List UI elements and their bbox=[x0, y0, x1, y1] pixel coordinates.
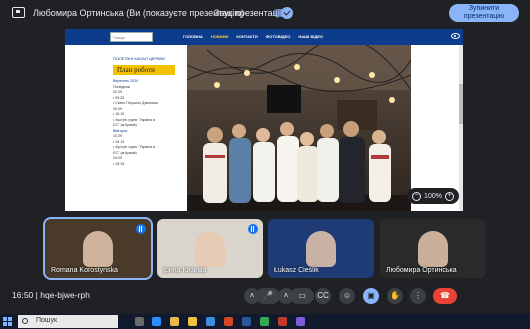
website-nav-item[interactable]: НАШІ ВІДЕО bbox=[298, 34, 323, 39]
zoom-control: − 100% + bbox=[407, 188, 459, 204]
participant-video bbox=[418, 231, 448, 267]
zoom-in-icon[interactable]: + bbox=[445, 191, 454, 201]
taskbar-purple-app-icon[interactable] bbox=[296, 317, 305, 326]
presenting-bar: Любомира Ортинська (Ви (показуєте презен… bbox=[0, 0, 530, 26]
taskbar-app-icon[interactable] bbox=[152, 317, 161, 326]
website-nav-items: ГОЛОВНА НОВИНИ КОНТАКТИ ФОТОВІДЕО НАШІ ВІДЕО bbox=[183, 34, 323, 39]
microphone-icon[interactable]: 🎤 bbox=[256, 288, 280, 304]
website-nav-item[interactable]: ГОЛОВНА bbox=[183, 34, 203, 39]
zoom-level: 100% bbox=[424, 192, 442, 200]
website-search-input[interactable]: Пошук bbox=[110, 32, 153, 42]
participant-tile[interactable]: Łukasz Cieślik bbox=[268, 219, 374, 278]
windows-start-icon[interactable] bbox=[3, 317, 12, 326]
website-nav-item[interactable]: КОНТАКТИ bbox=[236, 34, 257, 39]
participant-name: Łukasz Cieślik bbox=[274, 267, 319, 274]
search-icon bbox=[22, 318, 28, 324]
shared-screen: Пошук ГОЛОВНА НОВИНИ КОНТАКТИ ФОТОВІДЕО НАШІ… bbox=[65, 29, 463, 211]
participant-tile[interactable]: Romana Korostynska bbox=[43, 217, 153, 280]
speaking-indicator-icon bbox=[136, 224, 146, 234]
website-nav-item[interactable]: ФОТОВІДЕО bbox=[266, 34, 291, 39]
meeting-time-code: 16:50 | hqe-bjwe-rph bbox=[12, 290, 90, 300]
participant-name: Romana Korostynska bbox=[51, 267, 118, 274]
presentation-sound-toggle[interactable] bbox=[281, 7, 293, 19]
speaking-indicator-icon bbox=[248, 224, 258, 234]
taskbar-search-input[interactable]: Пошук bbox=[18, 315, 118, 328]
group-photo bbox=[187, 45, 411, 211]
plan-title: План роботи bbox=[113, 65, 175, 75]
website-scrollbar[interactable] bbox=[459, 45, 463, 211]
file-explorer-icon[interactable] bbox=[188, 317, 197, 326]
leave-call-button[interactable]: ☎ bbox=[433, 288, 457, 304]
meeting-time: 16:50 bbox=[12, 290, 34, 300]
zoom-out-icon[interactable]: − bbox=[412, 191, 421, 201]
camera-icon[interactable]: ▭ bbox=[290, 288, 314, 304]
powerpoint-icon[interactable] bbox=[224, 317, 233, 326]
participant-video bbox=[195, 231, 225, 267]
windows-taskbar: Пошук bbox=[0, 314, 530, 329]
more-options-icon[interactable]: ⋮ bbox=[410, 288, 426, 304]
participant-name: Любомира Ортинська bbox=[386, 267, 457, 274]
word-icon[interactable] bbox=[242, 317, 251, 326]
task-view-icon[interactable] bbox=[135, 317, 144, 326]
schedule-list-item: • 15.15 bbox=[113, 161, 125, 166]
edge-icon[interactable] bbox=[206, 317, 215, 326]
raise-hand-icon[interactable]: ✋ bbox=[387, 288, 403, 304]
taskbar-red-app-icon[interactable] bbox=[278, 317, 287, 326]
eye-icon[interactable] bbox=[451, 33, 460, 39]
meet-icon[interactable] bbox=[260, 317, 269, 326]
website-nav-bar: Пошук ГОЛОВНА НОВИНИ КОНТАКТИ ФОТОВІДЕО НАШІ… bbox=[65, 29, 463, 45]
present-screen-icon bbox=[12, 7, 25, 18]
present-now-icon[interactable]: ▣ bbox=[363, 288, 379, 304]
participant-tile[interactable]: Любомира Ортинська bbox=[380, 219, 486, 278]
stop-presenting-button[interactable]: Зупинити презентацію bbox=[449, 4, 519, 22]
website-sidebar: ПОЛЕТАНІ КАНАЛ ЦЕРКВИ План роботи Вересе… bbox=[109, 45, 185, 211]
presenter-status-text: Любомира Ортинська (Ви (показуєте презен… bbox=[33, 8, 245, 18]
meeting-code: hqe-bjwe-rph bbox=[40, 290, 90, 300]
participant-video bbox=[83, 231, 113, 267]
participant-tile[interactable]: Ірина Кизима bbox=[157, 219, 263, 278]
website-scroll-thumb[interactable] bbox=[459, 84, 463, 124]
website-logo-text: ПОЛЕТАНІ КАНАЛ ЦЕРКВИ bbox=[113, 56, 165, 61]
website-nav-item[interactable]: НОВИНИ bbox=[211, 34, 229, 39]
group-photo-image bbox=[187, 45, 411, 211]
schedule-list: Вересень 2024 Понеділок 02.09 • 09.20 • Свят… bbox=[113, 79, 181, 167]
captions-icon[interactable]: CC bbox=[315, 288, 331, 304]
chrome-icon[interactable] bbox=[170, 317, 179, 326]
emoji-icon[interactable]: ☺ bbox=[339, 288, 355, 304]
participant-video bbox=[306, 231, 336, 267]
participant-name: Ірина Кизима bbox=[163, 267, 207, 274]
